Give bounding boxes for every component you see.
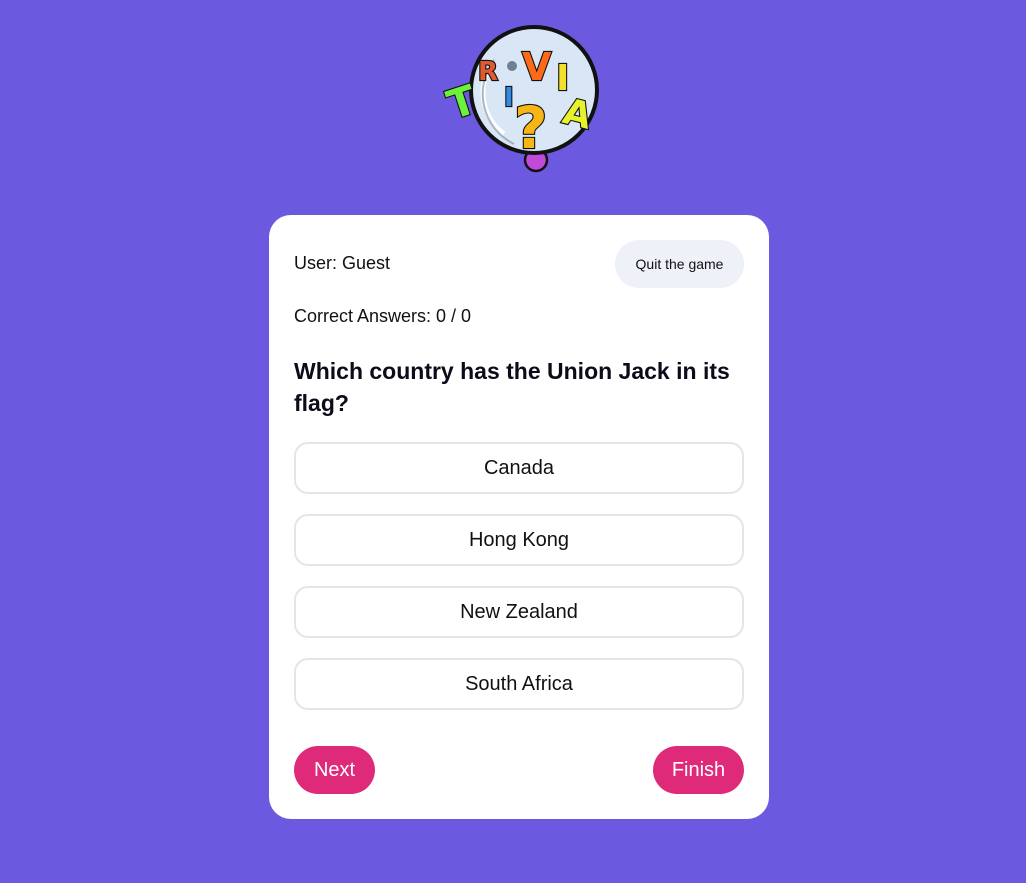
- logo-letter: I: [504, 83, 514, 113]
- trivia-logo: T R I V I A ?: [438, 24, 600, 176]
- question-text: Which country has the Union Jack in its …: [294, 358, 730, 416]
- logo-letter: V: [522, 45, 552, 89]
- answer-option[interactable]: Canada: [294, 442, 744, 494]
- answer-option[interactable]: Hong Kong: [294, 514, 744, 566]
- next-button[interactable]: Next: [294, 746, 375, 794]
- answer-option[interactable]: South Africa: [294, 658, 744, 710]
- logo-question-mark: ?: [514, 94, 548, 162]
- finish-button[interactable]: Finish: [653, 746, 744, 794]
- user-label: User: Guest: [294, 253, 391, 273]
- correct-answers-count: Correct Answers: 0 / 0: [294, 306, 472, 326]
- quiz-card: User: Guest Quit the game Correct Answer…: [269, 215, 769, 819]
- answer-list: Canada Hong Kong New Zealand South Afric…: [294, 442, 744, 730]
- quit-game-button[interactable]: Quit the game: [615, 240, 744, 288]
- logo-letter: R: [478, 57, 498, 87]
- answer-option[interactable]: New Zealand: [294, 586, 744, 638]
